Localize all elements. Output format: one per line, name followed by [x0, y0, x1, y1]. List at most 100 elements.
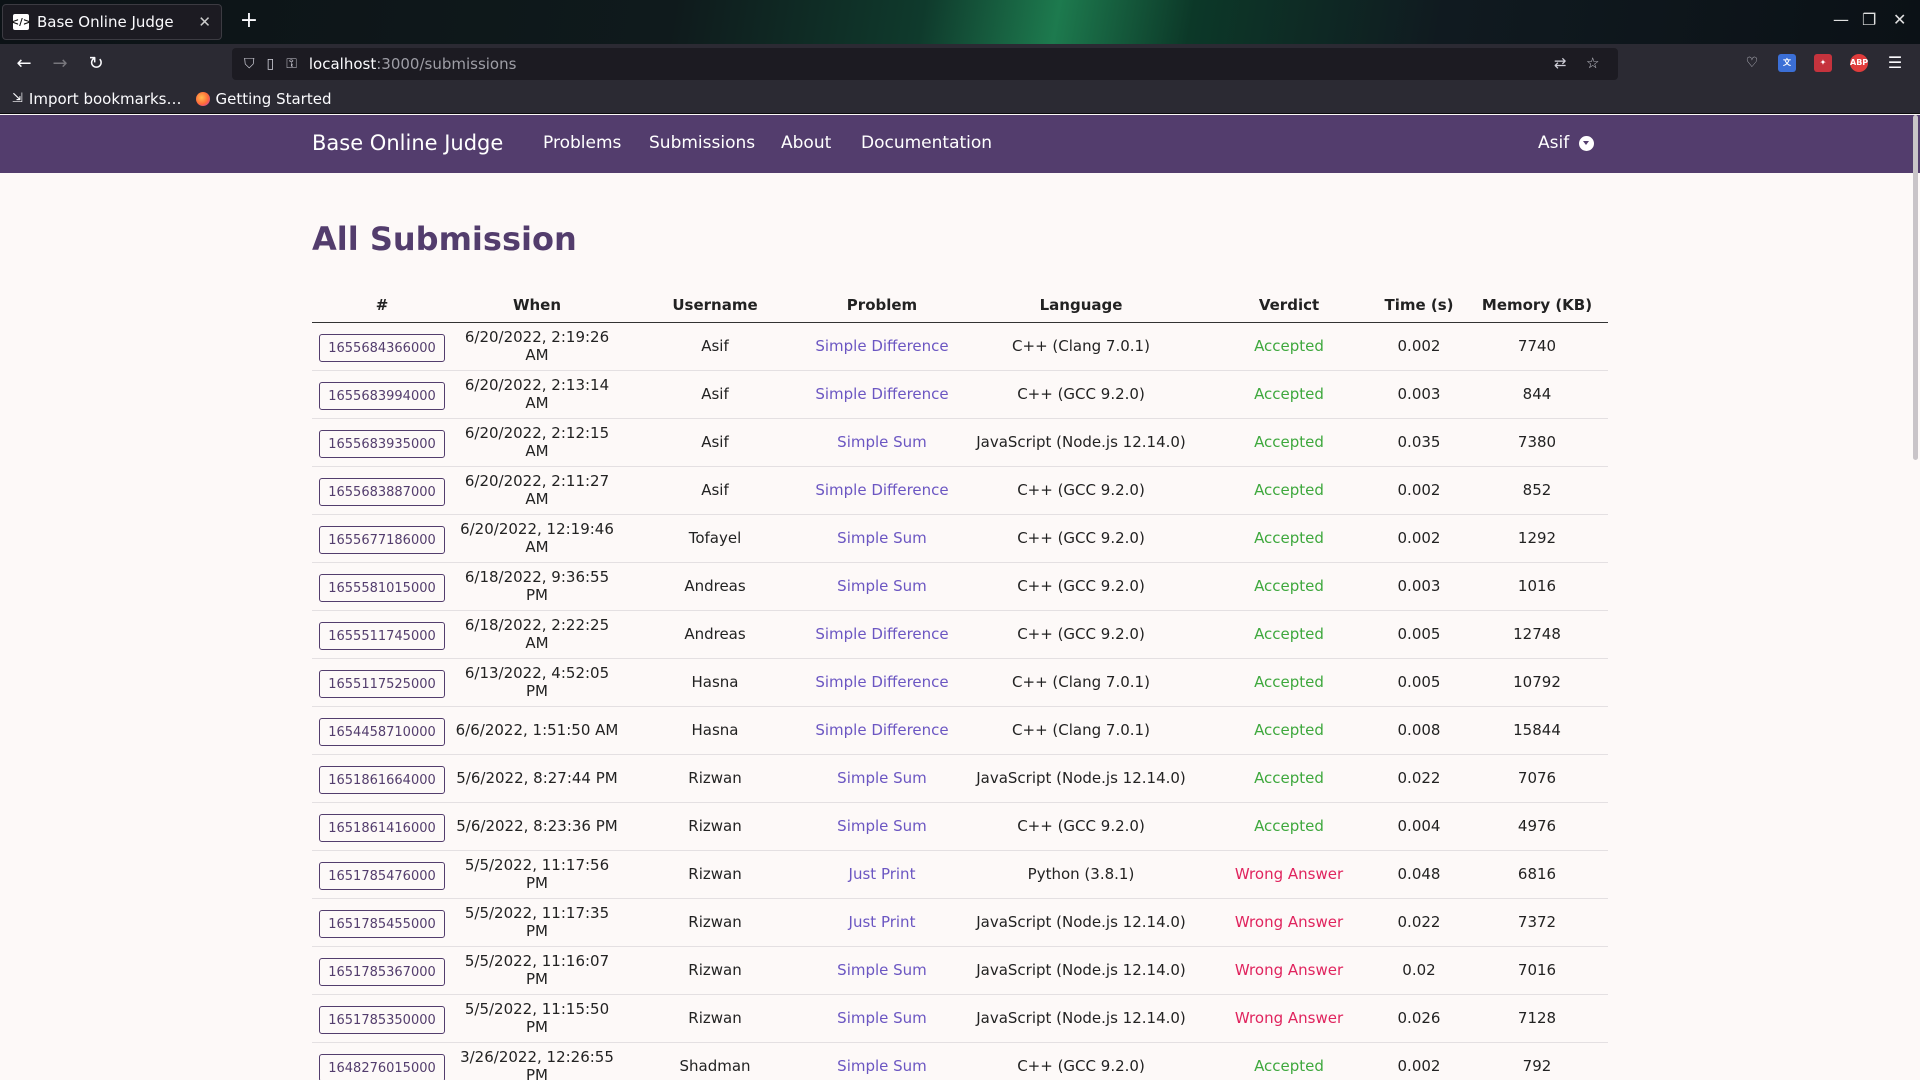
pocket-icon[interactable]: ♡: [1743, 54, 1761, 72]
time-cell: 0.002: [1372, 1042, 1466, 1080]
url-bar[interactable]: ⛉ ▯ ⚿ localhost :3000/submissions ⇄ ☆: [232, 48, 1618, 80]
username-cell: Asif: [622, 322, 808, 371]
submission-id-button[interactable]: 1651785350000: [319, 1006, 445, 1034]
table-row: 1651785476000 5/5/2022, 11:17:56 PM Rizw…: [312, 850, 1608, 899]
bookmark-import[interactable]: ⇲ Import bookmarks…: [12, 90, 182, 108]
memory-cell: 4976: [1466, 802, 1608, 851]
close-window-icon[interactable]: ✕: [1893, 10, 1906, 29]
submission-id-button[interactable]: 1651785476000: [319, 862, 445, 890]
problem-cell: Simple Difference: [808, 466, 956, 515]
translate-extension-icon[interactable]: 文: [1778, 54, 1796, 72]
minimize-icon[interactable]: —: [1833, 10, 1849, 29]
memory-cell: 1292: [1466, 514, 1608, 563]
submission-id-button[interactable]: 1655683935000: [319, 430, 445, 458]
forward-icon[interactable]: →: [48, 52, 72, 76]
tab-title: Base Online Judge: [37, 13, 174, 31]
time-cell: 0.026: [1372, 994, 1466, 1043]
user-menu[interactable]: Asif: [1538, 133, 1595, 153]
problem-cell: Simple Sum: [808, 994, 956, 1043]
memory-cell: 7076: [1466, 754, 1608, 803]
hamburger-menu-icon[interactable]: ☰: [1886, 54, 1904, 72]
problem-link[interactable]: Simple Sum: [837, 1009, 927, 1027]
page-title: All Submission: [312, 220, 577, 258]
when-cell: 3/26/2022, 12:26:55 PM: [452, 1042, 622, 1080]
memory-cell: 1016: [1466, 562, 1608, 611]
verdict-cell: Accepted: [1206, 322, 1372, 371]
bookmark-label: Import bookmarks…: [28, 89, 182, 108]
problem-link[interactable]: Simple Sum: [837, 529, 927, 547]
problem-link[interactable]: Simple Difference: [815, 481, 948, 499]
when-cell: 6/20/2022, 12:19:46 AM: [452, 514, 622, 563]
nav-submissions[interactable]: Submissions: [649, 133, 755, 153]
problem-link[interactable]: Simple Difference: [815, 625, 948, 643]
nav-about[interactable]: About: [781, 133, 831, 153]
language-cell: C++ (Clang 7.0.1): [956, 658, 1206, 707]
problem-link[interactable]: Just Print: [849, 913, 916, 931]
problem-link[interactable]: Simple Sum: [837, 769, 927, 787]
time-cell: 0.004: [1372, 802, 1466, 851]
page-scrollbar[interactable]: [1913, 115, 1918, 460]
adblock-icon[interactable]: ABP: [1850, 54, 1868, 72]
when-cell: 6/20/2022, 2:11:27 AM: [452, 466, 622, 515]
verdict-cell: Accepted: [1206, 514, 1372, 563]
problem-link[interactable]: Simple Sum: [837, 961, 927, 979]
problem-cell: Simple Sum: [808, 562, 956, 611]
reload-icon[interactable]: ↻: [84, 52, 108, 76]
submission-id-button[interactable]: 1651861664000: [319, 766, 445, 794]
submission-id-button[interactable]: 1655677186000: [319, 526, 445, 554]
verdict-label: Accepted: [1254, 817, 1324, 835]
problem-link[interactable]: Simple Sum: [837, 433, 927, 451]
submission-id-button[interactable]: 1648276015000: [319, 1054, 445, 1080]
username-cell: Andreas: [622, 562, 808, 611]
problem-link[interactable]: Simple Difference: [815, 385, 948, 403]
back-icon[interactable]: ←: [12, 52, 36, 76]
page-icon[interactable]: ▯: [267, 56, 275, 72]
extension-icon[interactable]: ✦: [1814, 54, 1832, 72]
submission-id-button[interactable]: 1654458710000: [319, 718, 445, 746]
submission-id-button[interactable]: 1651861416000: [319, 814, 445, 842]
language-cell: C++ (GCC 9.2.0): [956, 514, 1206, 563]
submission-id-button[interactable]: 1651785367000: [319, 958, 445, 986]
new-tab-button[interactable]: +: [236, 8, 262, 34]
table-row: 1651785455000 5/5/2022, 11:17:35 PM Rizw…: [312, 898, 1608, 947]
submission-id-button[interactable]: 1655117525000: [319, 670, 445, 698]
browser-tab[interactable]: </> Base Online Judge ✕: [2, 4, 222, 40]
problem-link[interactable]: Simple Sum: [837, 577, 927, 595]
problem-link[interactable]: Simple Difference: [815, 673, 948, 691]
verdict-cell: Wrong Answer: [1206, 850, 1372, 899]
submission-id-button[interactable]: 1651785455000: [319, 910, 445, 938]
table-row: 1655511745000 6/18/2022, 2:22:25 AM Andr…: [312, 610, 1608, 659]
memory-cell: 852: [1466, 466, 1608, 515]
problem-link[interactable]: Simple Difference: [815, 721, 948, 739]
restore-icon[interactable]: ❐: [1862, 10, 1876, 29]
table-row: 1651861416000 5/6/2022, 8:23:36 PM Rizwa…: [312, 802, 1608, 851]
nav-documentation[interactable]: Documentation: [861, 133, 992, 153]
submission-id-button[interactable]: 1655684366000: [319, 334, 445, 362]
memory-cell: 792: [1466, 1042, 1608, 1080]
verdict-label: Accepted: [1254, 673, 1324, 691]
submission-id-cell: 1655684366000: [312, 322, 452, 371]
submission-id-button[interactable]: 1655511745000: [319, 622, 445, 650]
shield-icon[interactable]: ⛉: [244, 56, 255, 72]
time-cell: 0.003: [1372, 370, 1466, 419]
submission-id-button[interactable]: 1655581015000: [319, 574, 445, 602]
submission-id-cell: 1651785367000: [312, 946, 452, 995]
brand-logo[interactable]: Base Online Judge: [312, 131, 503, 155]
problem-cell: Simple Sum: [808, 802, 956, 851]
translate-icon[interactable]: ⇄: [1554, 54, 1567, 72]
submission-id-button[interactable]: 1655683994000: [319, 382, 445, 410]
verdict-cell: Accepted: [1206, 610, 1372, 659]
submission-id-cell: 1655683935000: [312, 418, 452, 467]
nav-problems[interactable]: Problems: [543, 133, 621, 153]
key-icon[interactable]: ⚿: [286, 56, 297, 72]
problem-link[interactable]: Simple Sum: [837, 817, 927, 835]
problem-link[interactable]: Simple Difference: [815, 337, 948, 355]
language-cell: C++ (Clang 7.0.1): [956, 706, 1206, 755]
problem-link[interactable]: Simple Sum: [837, 1057, 927, 1075]
close-icon[interactable]: ✕: [198, 13, 211, 31]
username-cell: Hasna: [622, 658, 808, 707]
submission-id-button[interactable]: 1655683887000: [319, 478, 445, 506]
bookmark-getting-started[interactable]: Getting Started: [195, 90, 331, 108]
problem-link[interactable]: Just Print: [849, 865, 916, 883]
bookmark-star-icon[interactable]: ☆: [1586, 54, 1599, 72]
